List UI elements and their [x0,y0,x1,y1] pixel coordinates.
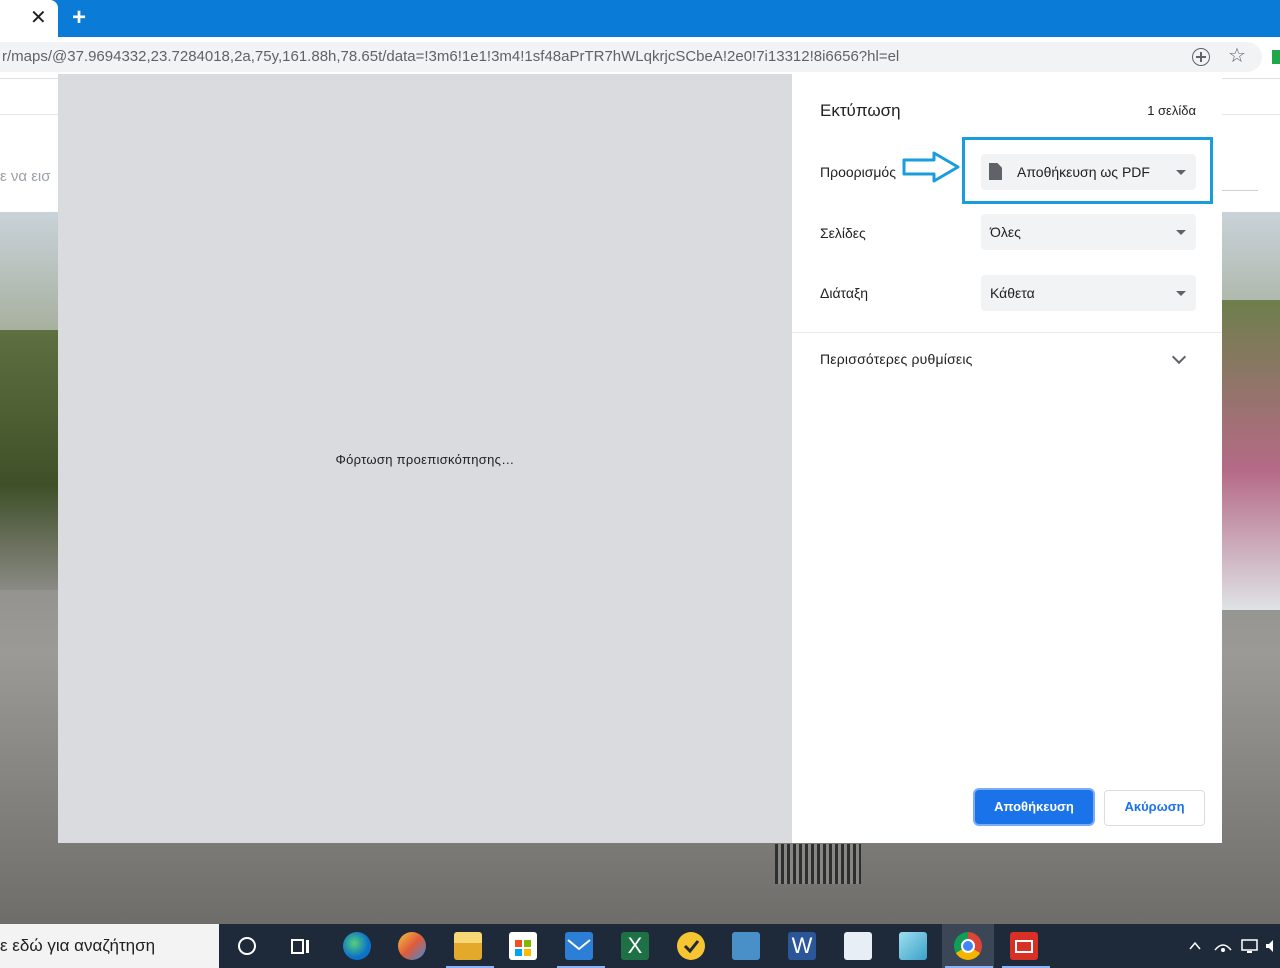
address-bar[interactable]: r/maps/@37.9694332,23.7284018,2a,75y,161… [0,42,1262,72]
word-icon[interactable]: W [788,932,816,960]
pages-select[interactable]: Όλες [981,214,1196,250]
maps-search-placeholder: ε να εισ [0,168,51,185]
chevron-down-icon [1171,349,1187,365]
publisher-icon[interactable] [844,932,872,960]
street-drain-grate [775,844,861,884]
destination-highlight-box [962,137,1213,204]
layout-value: Κάθετα [990,285,1035,301]
dropdown-caret-icon [1176,291,1186,296]
chrome-icon[interactable] [954,932,982,960]
new-tab-button[interactable]: + [72,5,86,31]
keyboard-app-icon[interactable] [732,932,760,960]
street-view-trees-left [0,330,60,590]
more-settings-toggle[interactable]: Περισσότερες ρυθμίσεις [792,333,1222,385]
task-view-icon[interactable] [287,932,315,960]
extension-icon[interactable] [1272,50,1280,64]
network-icon[interactable] [1212,938,1234,954]
destination-label: Προορισμός [820,164,896,180]
mail-icon[interactable] [565,932,593,960]
notes-icon[interactable] [899,932,927,960]
paint-icon[interactable] [398,932,426,960]
dropdown-caret-icon [1176,230,1186,235]
street-view-trees-right [1222,300,1280,610]
tab-strip: ✕ + [0,0,1280,37]
save-button[interactable]: Αποθήκευση [975,790,1093,824]
cortana-circle-icon[interactable] [233,932,261,960]
file-explorer-icon[interactable] [454,932,482,960]
chevron-up-icon[interactable] [1187,938,1203,954]
preview-loading-text: Φόρτωση προεπισκόπησης… [335,452,515,467]
excel-letter-icon: X [627,933,643,958]
annotation-arrow-icon [902,151,960,183]
url-text[interactable]: r/maps/@37.9694332,23.7284018,2a,75y,161… [2,48,899,65]
taskbar-search-text: ε εδώ για αναζήτηση [0,936,156,955]
news-app-icon[interactable] [1010,932,1038,960]
pages-label: Σελίδες [820,225,866,241]
maps-search-underline [1222,190,1258,191]
layout-label: Διάταξη [820,285,869,301]
edge-icon[interactable] [343,932,371,960]
bookmark-star-icon[interactable]: ☆ [1228,45,1246,67]
display-icon[interactable] [1240,938,1260,954]
more-settings-label: Περισσότερες ρυθμίσεις [820,351,973,367]
volume-icon[interactable] [1264,938,1278,954]
layout-select[interactable]: Κάθετα [981,275,1196,311]
print-preview-area: Φόρτωση προεπισκόπησης… [58,74,792,843]
excel-icon[interactable]: X [621,932,649,960]
pages-value: Όλες [990,224,1021,240]
word-letter-icon: W [791,933,813,958]
norton-icon[interactable] [677,932,705,960]
install-app-icon[interactable] [1192,48,1210,66]
dialog-title: Εκτύπωση [820,101,901,120]
page-count: 1 σελίδα [1147,103,1196,118]
windows-taskbar: ε εδώ για αναζήτηση X W [0,924,1280,968]
browser-toolbar: r/maps/@37.9694332,23.7284018,2a,75y,161… [0,37,1280,79]
close-tab-icon[interactable]: ✕ [30,7,47,29]
active-tab[interactable]: ✕ [0,0,58,37]
taskbar-search-box[interactable]: ε εδώ για αναζήτηση [0,924,219,968]
store-icon[interactable] [509,932,537,960]
cancel-button[interactable]: Ακύρωση [1104,790,1205,826]
